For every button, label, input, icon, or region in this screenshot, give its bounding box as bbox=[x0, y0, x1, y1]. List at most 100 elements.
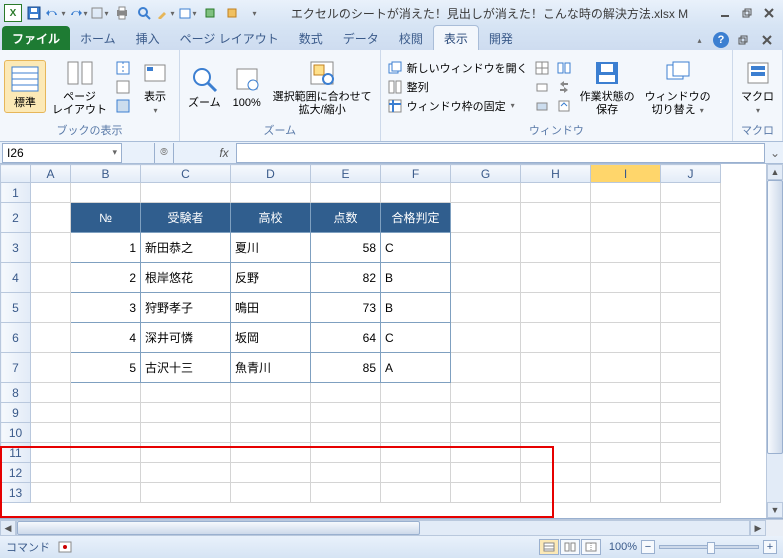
cell-A10[interactable] bbox=[31, 423, 71, 443]
cell-A9[interactable] bbox=[31, 403, 71, 423]
cell-G8[interactable] bbox=[451, 383, 521, 403]
cell-C13[interactable] bbox=[141, 483, 231, 503]
unhide-button[interactable] bbox=[532, 97, 552, 115]
cell-H7[interactable] bbox=[521, 353, 591, 383]
cell-F3[interactable]: C bbox=[381, 233, 451, 263]
cell-I6[interactable] bbox=[591, 323, 661, 353]
col-header-F[interactable]: F bbox=[381, 165, 451, 183]
minimize-button[interactable] bbox=[715, 3, 735, 23]
row-header-5[interactable]: 5 bbox=[1, 293, 31, 323]
qat-save-button[interactable] bbox=[24, 3, 44, 23]
cell-D8[interactable] bbox=[231, 383, 311, 403]
cell-D3[interactable]: 夏川 bbox=[231, 233, 311, 263]
cell-G11[interactable] bbox=[451, 443, 521, 463]
ribbon-minimize-button[interactable]: ▴ bbox=[689, 30, 709, 50]
cell-G13[interactable] bbox=[451, 483, 521, 503]
tab-home[interactable]: ホーム bbox=[70, 26, 126, 50]
qat-undo-button[interactable]: ▾ bbox=[46, 3, 66, 23]
qat-extra-3[interactable]: ▾ bbox=[178, 3, 198, 23]
cell-D4[interactable]: 反野 bbox=[231, 263, 311, 293]
cell-A3[interactable] bbox=[31, 233, 71, 263]
cell-C8[interactable] bbox=[141, 383, 231, 403]
qat-redo-button[interactable]: ▾ bbox=[68, 3, 88, 23]
cell-A5[interactable] bbox=[31, 293, 71, 323]
cell-E3[interactable]: 58 bbox=[311, 233, 381, 263]
cell-C11[interactable] bbox=[141, 443, 231, 463]
cell-H5[interactable] bbox=[521, 293, 591, 323]
cell-E4[interactable]: 82 bbox=[311, 263, 381, 293]
name-box-dropdown-icon[interactable]: ▾ bbox=[112, 147, 117, 158]
zoom-out-button[interactable]: − bbox=[641, 540, 655, 554]
tab-view[interactable]: 表示 bbox=[433, 25, 479, 50]
zoom-slider[interactable] bbox=[659, 545, 759, 549]
cell-J5[interactable] bbox=[661, 293, 721, 323]
qat-extra-2[interactable]: ▾ bbox=[156, 3, 176, 23]
cell-E6[interactable]: 64 bbox=[311, 323, 381, 353]
cell-F12[interactable] bbox=[381, 463, 451, 483]
cell-G7[interactable] bbox=[451, 353, 521, 383]
cell-I4[interactable] bbox=[591, 263, 661, 293]
cell-I11[interactable] bbox=[591, 443, 661, 463]
row-header-3[interactable]: 3 bbox=[1, 233, 31, 263]
row-header-1[interactable]: 1 bbox=[1, 183, 31, 203]
help-icon[interactable]: ? bbox=[713, 32, 729, 48]
cell-C5[interactable]: 狩野孝子 bbox=[141, 293, 231, 323]
cell-A11[interactable] bbox=[31, 443, 71, 463]
col-header-G[interactable]: G bbox=[451, 165, 521, 183]
view-page-layout-button[interactable]: ページ レイアウト bbox=[48, 55, 111, 117]
row-header-12[interactable]: 12 bbox=[1, 463, 31, 483]
cell-I12[interactable] bbox=[591, 463, 661, 483]
cell-E1[interactable] bbox=[311, 183, 381, 203]
name-box[interactable]: I26 ▾ bbox=[2, 143, 122, 163]
switch-windows-button[interactable]: ウィンドウの 切り替え ▾ bbox=[641, 55, 715, 117]
cell-B10[interactable] bbox=[71, 423, 141, 443]
cell-E8[interactable] bbox=[311, 383, 381, 403]
cell-E9[interactable] bbox=[311, 403, 381, 423]
horizontal-scroll-thumb[interactable] bbox=[17, 521, 420, 535]
cell-H1[interactable] bbox=[521, 183, 591, 203]
cell-I10[interactable] bbox=[591, 423, 661, 443]
cell-H3[interactable] bbox=[521, 233, 591, 263]
cell-B7[interactable]: 5 bbox=[71, 353, 141, 383]
cell-D9[interactable] bbox=[231, 403, 311, 423]
cell-G12[interactable] bbox=[451, 463, 521, 483]
cell-G10[interactable] bbox=[451, 423, 521, 443]
cell-D12[interactable] bbox=[231, 463, 311, 483]
cell-B4[interactable]: 2 bbox=[71, 263, 141, 293]
cell-E13[interactable] bbox=[311, 483, 381, 503]
worksheet-grid[interactable]: ABCDEFGHIJ12№受験者高校点数合格判定31新田恭之夏川58C42根岸悠… bbox=[0, 164, 783, 519]
row-header-4[interactable]: 4 bbox=[1, 263, 31, 293]
cell-D7[interactable]: 魚青川 bbox=[231, 353, 311, 383]
macro-record-button[interactable] bbox=[58, 540, 72, 554]
cell-B9[interactable] bbox=[71, 403, 141, 423]
tab-insert[interactable]: 挿入 bbox=[126, 26, 170, 50]
cell-B12[interactable] bbox=[71, 463, 141, 483]
col-header-I[interactable]: I bbox=[591, 165, 661, 183]
view-custom-button[interactable] bbox=[113, 78, 133, 96]
cell-D1[interactable] bbox=[231, 183, 311, 203]
cell-E7[interactable]: 85 bbox=[311, 353, 381, 383]
cell-I1[interactable] bbox=[591, 183, 661, 203]
cell-A2[interactable] bbox=[31, 203, 71, 233]
row-header-2[interactable]: 2 bbox=[1, 203, 31, 233]
cell-A13[interactable] bbox=[31, 483, 71, 503]
row-header-6[interactable]: 6 bbox=[1, 323, 31, 353]
cell-J11[interactable] bbox=[661, 443, 721, 463]
cell-I2[interactable] bbox=[591, 203, 661, 233]
cell-C3[interactable]: 新田恭之 bbox=[141, 233, 231, 263]
cell-B1[interactable] bbox=[71, 183, 141, 203]
cell-H2[interactable] bbox=[521, 203, 591, 233]
qat-print-button[interactable] bbox=[112, 3, 132, 23]
tab-data[interactable]: データ bbox=[333, 26, 389, 50]
scroll-down-button[interactable]: ▼ bbox=[767, 502, 783, 518]
cell-J6[interactable] bbox=[661, 323, 721, 353]
view-fullscreen-button[interactable] bbox=[113, 97, 133, 115]
cell-H6[interactable] bbox=[521, 323, 591, 353]
arrange-button[interactable]: 整列 bbox=[385, 78, 530, 96]
hide-button[interactable] bbox=[532, 78, 552, 96]
select-all-corner[interactable] bbox=[1, 165, 31, 183]
view-shortcut-pagebreak[interactable] bbox=[581, 539, 601, 555]
col-header-B[interactable]: B bbox=[71, 165, 141, 183]
vertical-scrollbar[interactable]: ▲ ▼ bbox=[766, 164, 783, 518]
save-workspace-button[interactable]: 作業状態の 保存 bbox=[576, 55, 639, 117]
